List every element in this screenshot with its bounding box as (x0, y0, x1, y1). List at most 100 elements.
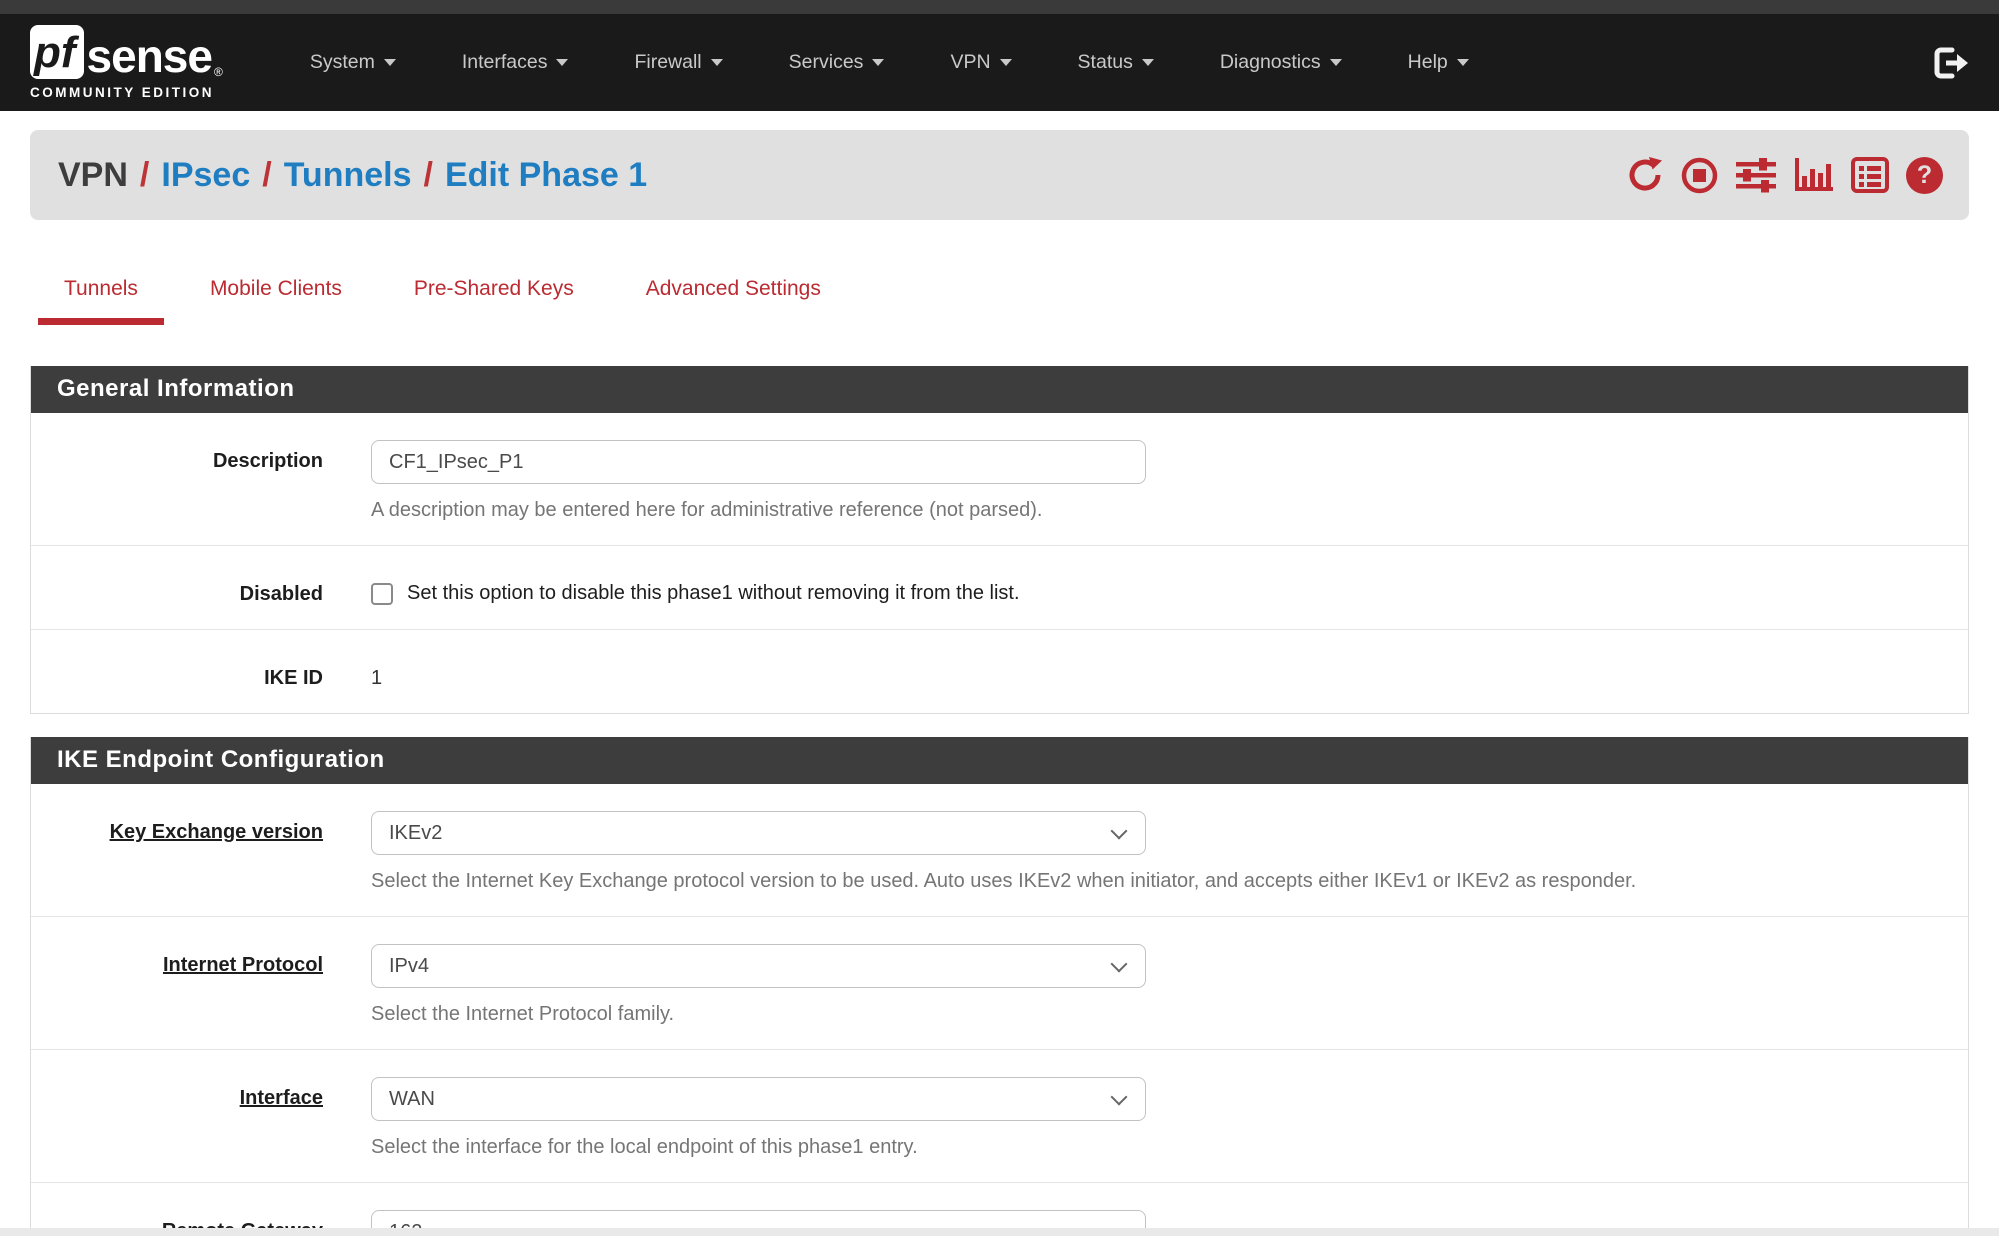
chevron-down-icon (384, 59, 396, 66)
nav-item-vpn[interactable]: VPN (917, 51, 1044, 74)
breadcrumb: VPN / IPsec / Tunnels / Edit Phase 1 (58, 156, 647, 195)
ike-id-label: IKE ID (31, 657, 323, 690)
nav-item-system[interactable]: System (277, 51, 429, 74)
refresh-icon (1626, 156, 1664, 194)
tab-mobile-clients[interactable]: Mobile Clients (184, 277, 368, 325)
description-label: Description (31, 440, 323, 522)
chevron-down-icon (556, 59, 568, 66)
nav-item-label: Firewall (634, 51, 701, 74)
breadcrumb-link-edit-phase-1[interactable]: Edit Phase 1 (445, 156, 647, 195)
disabled-control: Set this option to disable this phase1 w… (371, 573, 1968, 606)
nav-item-diagnostics[interactable]: Diagnostics (1187, 51, 1375, 74)
chevron-down-icon (872, 59, 884, 66)
status-graph-button[interactable] (1794, 156, 1834, 194)
chevron-down-icon (1111, 1089, 1128, 1106)
pfsense-logo[interactable]: pfsense® COMMUNITY EDITION (30, 25, 223, 100)
related-settings-button[interactable] (1735, 156, 1777, 194)
stop-service-button[interactable] (1681, 157, 1718, 194)
nav-item-label: Status (1078, 51, 1133, 74)
interface-selected-value: WAN (389, 1088, 435, 1111)
window-top-strip (0, 0, 1999, 14)
nav-item-firewall[interactable]: Firewall (601, 51, 755, 74)
nav-item-label: Help (1408, 51, 1448, 74)
panel-title: IKE Endpoint Configuration (31, 737, 1968, 784)
internet-protocol-select[interactable]: IPv4 (371, 944, 1146, 988)
breadcrumb-vpn: VPN (58, 156, 128, 195)
panel-title: General Information (31, 366, 1968, 413)
pfsense-logo-pf: pf (30, 25, 84, 79)
bar-chart-icon (1794, 156, 1834, 194)
pfsense-logo-subtitle: COMMUNITY EDITION (30, 85, 223, 100)
interface-label: Interface (31, 1077, 323, 1159)
tab-advanced-settings[interactable]: Advanced Settings (620, 277, 847, 325)
interface-control: WAN Select the interface for the local e… (371, 1077, 1968, 1159)
chevron-down-icon (1457, 59, 1469, 66)
breadcrumb-separator: / (140, 156, 149, 195)
key-exchange-select[interactable]: IKEv2 (371, 811, 1146, 855)
chevron-down-icon (1330, 59, 1342, 66)
panel-body: Key Exchange version IKEv2 Select the In… (31, 784, 1968, 1236)
stop-icon (1681, 157, 1718, 194)
help-button[interactable]: ? (1906, 157, 1943, 194)
ike-id-row: IKE ID 1 (31, 629, 1968, 713)
breadcrumb-panel: VPN / IPsec / Tunnels / Edit Phase 1 (30, 130, 1969, 220)
chevron-down-icon (711, 59, 723, 66)
view-log-button[interactable] (1851, 156, 1889, 194)
interface-select[interactable]: WAN (371, 1077, 1146, 1121)
key-exchange-help: Select the Internet Key Exchange protoco… (371, 870, 1968, 893)
ipsec-tab-bar: Tunnels Mobile Clients Pre-Shared Keys A… (38, 277, 1999, 325)
internet-protocol-label: Internet Protocol (31, 944, 323, 1026)
logout-button[interactable] (1931, 45, 1969, 81)
key-exchange-selected-value: IKEv2 (389, 822, 442, 845)
main-navbar: pfsense® COMMUNITY EDITION System Interf… (0, 14, 1999, 111)
nav-item-label: Interfaces (462, 51, 548, 74)
key-exchange-row: Key Exchange version IKEv2 Select the In… (31, 784, 1968, 916)
disabled-row: Disabled Set this option to disable this… (31, 545, 1968, 629)
breadcrumb-link-ipsec[interactable]: IPsec (161, 156, 250, 195)
breadcrumb-link-tunnels[interactable]: Tunnels (284, 156, 412, 195)
description-row: Description A description may be entered… (31, 413, 1968, 545)
pfsense-logo-wordmark: pfsense® (30, 25, 223, 79)
disabled-checkbox-label: Set this option to disable this phase1 w… (407, 582, 1020, 605)
description-control: A description may be entered here for ad… (371, 440, 1968, 522)
internet-protocol-row: Internet Protocol IPv4 Select the Intern… (31, 916, 1968, 1049)
interface-row: Interface WAN Select the interface for t… (31, 1049, 1968, 1182)
nav-item-interfaces[interactable]: Interfaces (429, 51, 602, 74)
nav-item-help[interactable]: Help (1375, 51, 1502, 74)
breadcrumb-separator: / (424, 156, 433, 195)
nav-item-label: VPN (950, 51, 990, 74)
tab-tunnels[interactable]: Tunnels (38, 277, 164, 325)
nav-item-status[interactable]: Status (1045, 51, 1187, 74)
chevron-down-icon (1111, 956, 1128, 973)
sign-out-icon (1931, 45, 1969, 81)
disabled-checkbox[interactable] (371, 583, 393, 605)
internet-protocol-selected-value: IPv4 (389, 955, 429, 978)
tab-pre-shared-keys[interactable]: Pre-Shared Keys (388, 277, 600, 325)
chevron-down-icon (1142, 59, 1154, 66)
ike-endpoint-configuration-panel: IKE Endpoint Configuration Key Exchange … (30, 737, 1969, 1236)
ike-id-value: 1 (371, 657, 1968, 690)
interface-help: Select the interface for the local endpo… (371, 1136, 1968, 1159)
nav-item-label: Services (789, 51, 864, 74)
pfsense-logo-sense: sense (87, 33, 212, 79)
refresh-service-button[interactable] (1626, 156, 1664, 194)
internet-protocol-control: IPv4 Select the Internet Protocol family… (371, 944, 1968, 1026)
nav-menu: System Interfaces Firewall Services VPN … (277, 51, 1502, 74)
nav-item-services[interactable]: Services (756, 51, 918, 74)
description-input[interactable] (371, 440, 1146, 484)
page-action-icons: ? (1626, 156, 1943, 194)
key-exchange-label: Key Exchange version (31, 811, 323, 893)
chevron-down-icon (1111, 823, 1128, 840)
panel-body: Description A description may be entered… (31, 413, 1968, 713)
breadcrumb-separator: / (262, 156, 271, 195)
sliders-icon (1735, 156, 1777, 194)
registered-mark: ® (214, 65, 223, 79)
description-help: A description may be entered here for ad… (371, 499, 1968, 522)
page-bottom-edge (0, 1228, 1999, 1236)
disabled-label: Disabled (31, 573, 323, 606)
nav-item-label: Diagnostics (1220, 51, 1321, 74)
log-list-icon (1851, 156, 1889, 194)
chevron-down-icon (1000, 59, 1012, 66)
internet-protocol-help: Select the Internet Protocol family. (371, 1003, 1968, 1026)
key-exchange-control: IKEv2 Select the Internet Key Exchange p… (371, 811, 1968, 893)
